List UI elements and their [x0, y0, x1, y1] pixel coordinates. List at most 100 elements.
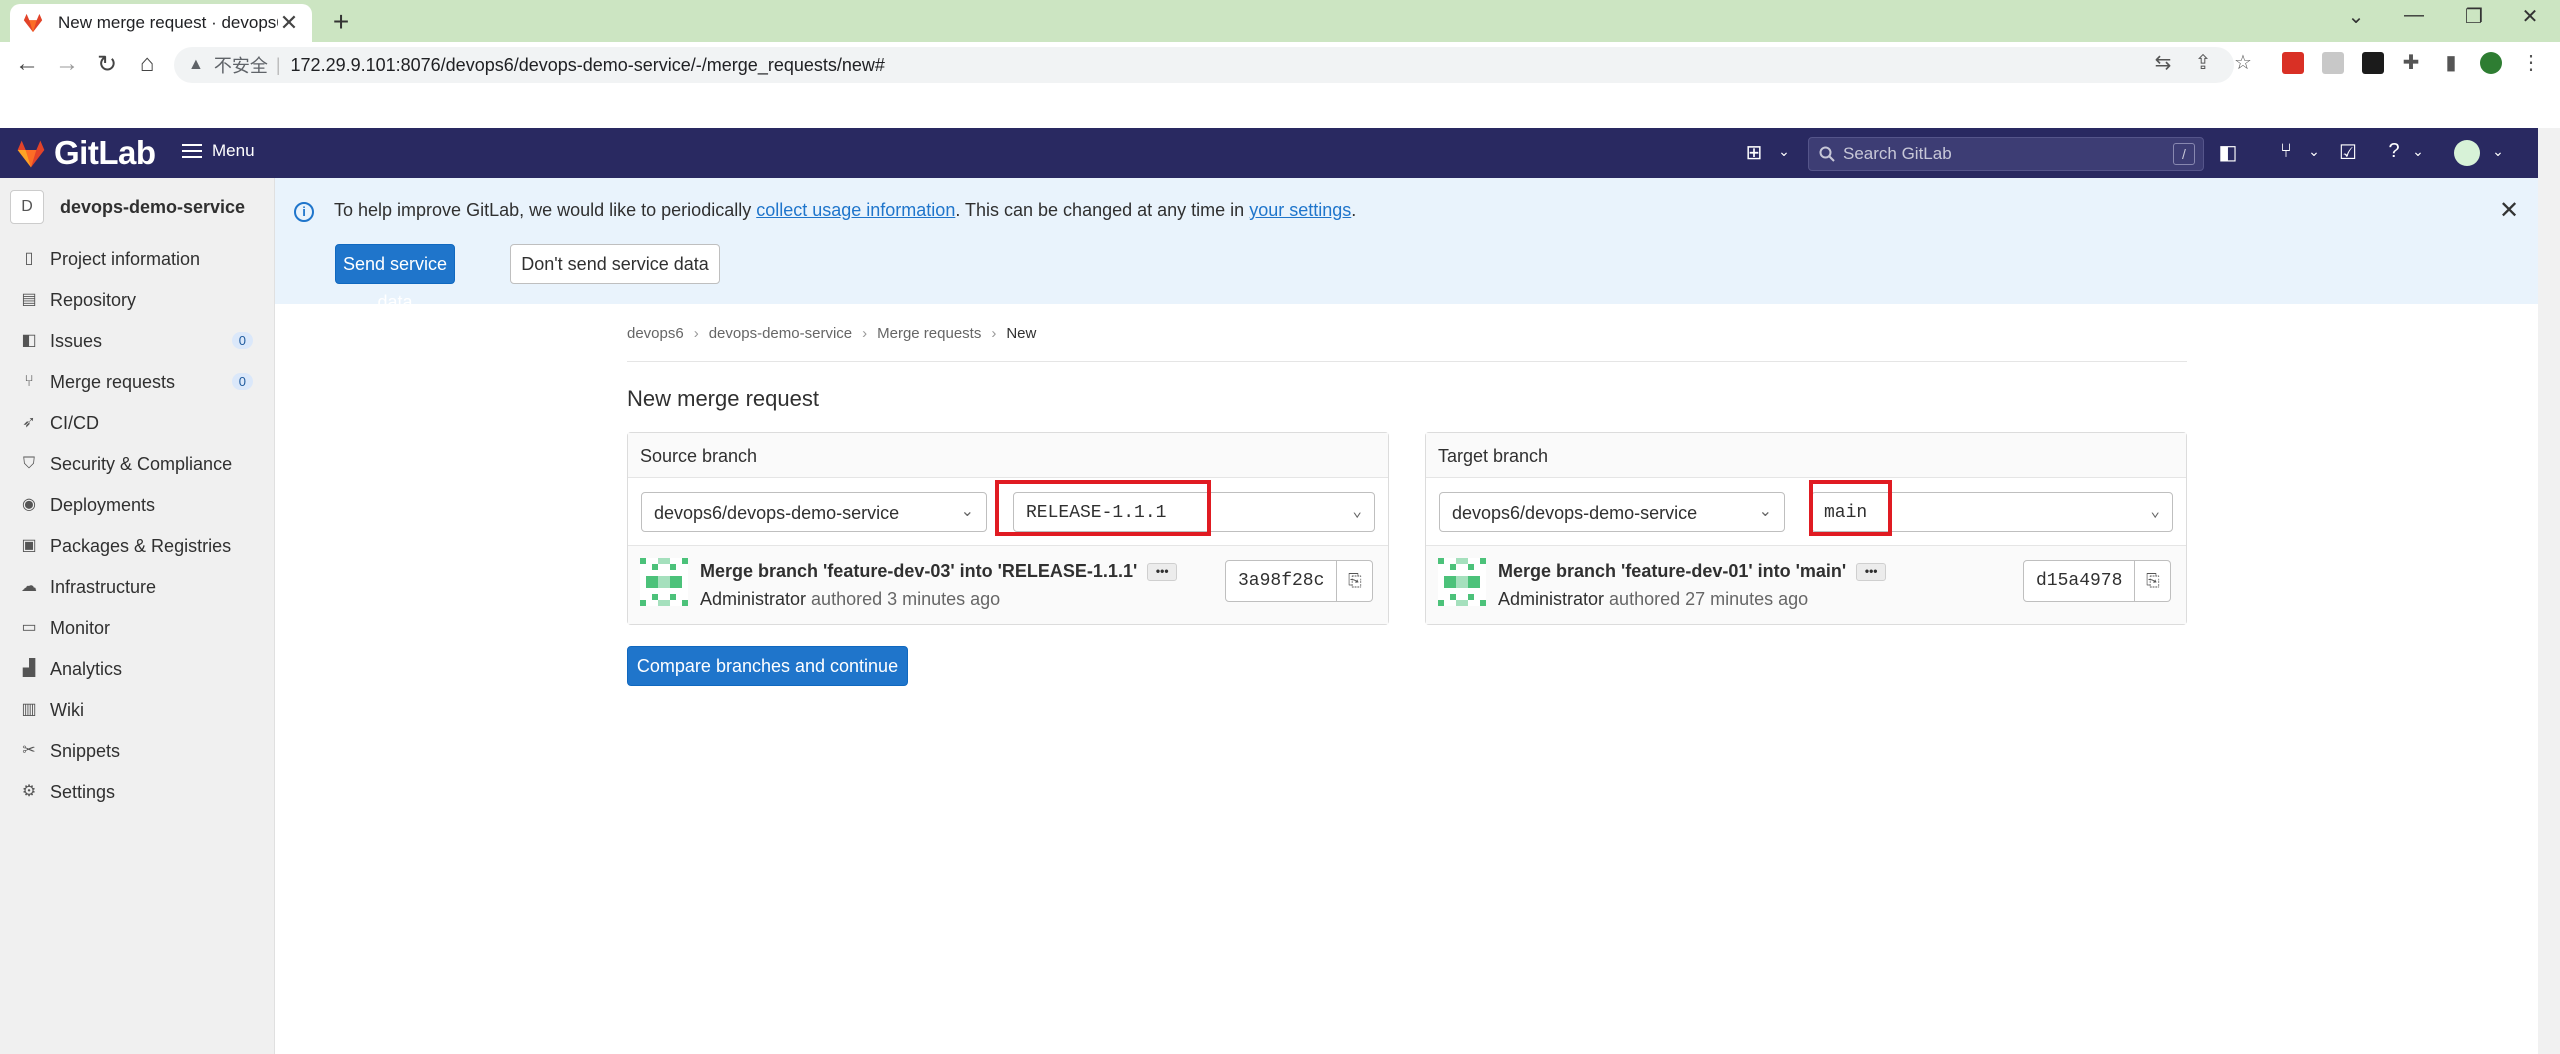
- browser-tab-title: New merge request · devops6: [58, 13, 278, 32]
- info-icon: i: [294, 202, 314, 222]
- sidebar-item-label: Settings: [50, 781, 116, 802]
- extension-gray-icon[interactable]: [2322, 52, 2344, 74]
- sidebar-item-label: Infrastructure: [50, 576, 157, 597]
- sidebar-item-cicd[interactable]: ➶ CI/CD: [0, 405, 275, 441]
- extension-dark-icon[interactable]: [2362, 52, 2384, 74]
- source-branch-header: Source branch: [628, 433, 1388, 478]
- chevron-down-icon[interactable]: ⌄: [1770, 143, 1798, 160]
- search-input[interactable]: Search GitLab /: [1808, 137, 2204, 171]
- sidebar-item-monitor[interactable]: ▭ Monitor: [0, 610, 275, 646]
- chevron-down-icon[interactable]: ⌄: [2484, 143, 2512, 160]
- restore-button[interactable]: ❐: [2454, 4, 2494, 29]
- address-bar[interactable]: ▲ 不安全 | 172.29.9.101:8076/devops6/devops…: [174, 47, 2234, 83]
- tab-close-icon[interactable]: ✕: [278, 10, 300, 36]
- side-panel-icon[interactable]: ▮: [2436, 50, 2466, 75]
- banner-close-icon[interactable]: ✕: [2499, 196, 2519, 225]
- merge-requests-header-icon[interactable]: ⑂: [2272, 140, 2300, 163]
- merge-requests-count-badge: 0: [231, 373, 253, 390]
- issues-header-icon[interactable]: ◧: [2214, 140, 2242, 165]
- user-avatar[interactable]: [2454, 140, 2480, 166]
- rocket-icon: ➶: [22, 414, 36, 431]
- sidebar-item-infrastructure[interactable]: ☁ Infrastructure: [0, 569, 275, 605]
- expand-ellipsis-button[interactable]: •••: [1856, 563, 1887, 582]
- commit-sha[interactable]: d15a4978: [2023, 560, 2136, 602]
- issues-count-badge: 0: [231, 332, 253, 349]
- target-branch-panel: Target branch devops6/devops-demo-servic…: [1425, 432, 2187, 625]
- source-project-dropdown[interactable]: devops6/devops-demo-service ⌄: [641, 492, 987, 532]
- reload-icon[interactable]: ↻: [92, 50, 122, 79]
- sidebar-item-analytics[interactable]: ▟ Analytics: [0, 651, 275, 687]
- sidebar-item-merge-requests[interactable]: ⑂ Merge requests 0: [0, 364, 275, 400]
- breadcrumb-item[interactable]: Merge requests: [877, 325, 981, 342]
- page-scrollbar[interactable]: [2538, 128, 2560, 1054]
- sidebar-item-repository[interactable]: ▤ Repository: [0, 282, 275, 318]
- sidebar-item-project-information[interactable]: ▯ Project information: [0, 241, 275, 277]
- share-icon[interactable]: ⇪: [2188, 50, 2218, 75]
- chart-icon: ▟: [22, 660, 36, 677]
- commit-title[interactable]: Merge branch 'feature-dev-03' into 'RELE…: [700, 561, 1178, 582]
- identicon-avatar: [1438, 558, 1486, 606]
- commit-title[interactable]: Merge branch 'feature-dev-01' into 'main…: [1498, 561, 1887, 582]
- search-placeholder: Search GitLab: [1843, 144, 1952, 163]
- commit-author[interactable]: Administrator: [1498, 589, 1604, 609]
- commit-sha-group: 3a98f28c ⎘: [1225, 560, 1374, 602]
- commit-sha-group: d15a4978 ⎘: [2023, 560, 2172, 602]
- minimize-button[interactable]: —: [2394, 4, 2434, 27]
- profile-avatar-icon[interactable]: [2480, 52, 2502, 74]
- breadcrumb-item[interactable]: devops6: [627, 325, 684, 342]
- menu-button[interactable]: Menu: [182, 140, 255, 162]
- sidebar-item-security[interactable]: ⛉ Security & Compliance: [0, 446, 275, 482]
- window-close-button[interactable]: ✕: [2510, 4, 2550, 29]
- sidebar-item-packages[interactable]: ▣ Packages & Registries: [0, 528, 275, 564]
- commit-title-text[interactable]: Merge branch 'feature-dev-03' into 'RELE…: [700, 561, 1137, 581]
- your-settings-link[interactable]: your settings: [1249, 200, 1351, 220]
- compare-branches-button[interactable]: Compare branches and continue: [627, 646, 908, 686]
- sidebar-item-label: Wiki: [50, 699, 84, 720]
- divider: [627, 361, 2187, 362]
- expand-ellipsis-button[interactable]: •••: [1147, 563, 1178, 582]
- translate-icon[interactable]: ⇆: [2148, 50, 2178, 75]
- sidebar-item-settings[interactable]: ⚙ Settings: [0, 774, 275, 810]
- sidebar-item-label: Packages & Registries: [50, 535, 232, 556]
- gitlab-wordmark[interactable]: GitLab: [54, 134, 156, 172]
- commit-title-text[interactable]: Merge branch 'feature-dev-01' into 'main…: [1498, 561, 1846, 581]
- dont-send-service-data-button[interactable]: Don't send service data: [510, 244, 720, 284]
- sidebar-item-snippets[interactable]: ✂ Snippets: [0, 733, 275, 769]
- gitlab-logo-icon[interactable]: [14, 138, 48, 170]
- extension-red-icon[interactable]: [2282, 52, 2304, 74]
- puzzle-extensions-icon[interactable]: ✚: [2396, 50, 2426, 75]
- todo-icon[interactable]: ☑: [2334, 140, 2362, 165]
- new-tab-button[interactable]: +: [326, 6, 356, 38]
- home-icon[interactable]: ⌂: [132, 50, 162, 78]
- breadcrumb-item[interactable]: devops-demo-service: [709, 325, 852, 342]
- info-doc-icon: ▯: [24, 250, 34, 267]
- target-project-dropdown[interactable]: devops6/devops-demo-service ⌄: [1439, 492, 1785, 532]
- copy-icon[interactable]: ⎘: [1337, 560, 1374, 602]
- commit-meta: Administrator authored 3 minutes ago: [700, 589, 1000, 610]
- collect-usage-link[interactable]: collect usage information: [756, 200, 955, 220]
- banner-text: .: [1351, 200, 1357, 220]
- sidebar-item-label: Issues: [50, 330, 103, 351]
- browser-tab[interactable]: New merge request · devops6 ✕: [10, 4, 312, 42]
- forward-arrow-icon[interactable]: →: [52, 50, 82, 78]
- target-commit: Merge branch 'feature-dev-01' into 'main…: [1426, 546, 2186, 624]
- copy-icon[interactable]: ⎘: [2135, 560, 2172, 602]
- sidebar-item-label: Security & Compliance: [50, 453, 233, 474]
- browser-tab-strip: New merge request · devops6 ✕ + ⌄ — ❐ ✕: [0, 0, 2560, 42]
- browser-menu-icon[interactable]: ⋮: [2516, 50, 2546, 75]
- tab-search-icon[interactable]: ⌄: [2336, 4, 2376, 29]
- sidebar-item-wiki[interactable]: ▥ Wiki: [0, 692, 275, 728]
- chevron-down-icon[interactable]: ⌄: [2404, 143, 2432, 160]
- sidebar-project-link[interactable]: D devops-demo-service: [10, 190, 245, 224]
- chevron-down-icon[interactable]: ⌄: [2300, 143, 2328, 160]
- breadcrumb-current[interactable]: New: [1006, 325, 1036, 342]
- commit-sha[interactable]: 3a98f28c: [1225, 560, 1338, 602]
- sidebar-item-issues[interactable]: ◧ Issues 0: [0, 323, 275, 359]
- search-shortcut-badge: /: [2173, 143, 2195, 165]
- new-item-icon[interactable]: ⊞: [1740, 140, 1768, 165]
- send-service-data-button[interactable]: Send service data: [335, 244, 455, 312]
- commit-author[interactable]: Administrator: [700, 589, 806, 609]
- bookmark-star-icon[interactable]: ☆: [2228, 50, 2258, 75]
- back-arrow-icon[interactable]: ←: [12, 50, 42, 78]
- sidebar-item-deployments[interactable]: ◉ Deployments: [0, 487, 275, 523]
